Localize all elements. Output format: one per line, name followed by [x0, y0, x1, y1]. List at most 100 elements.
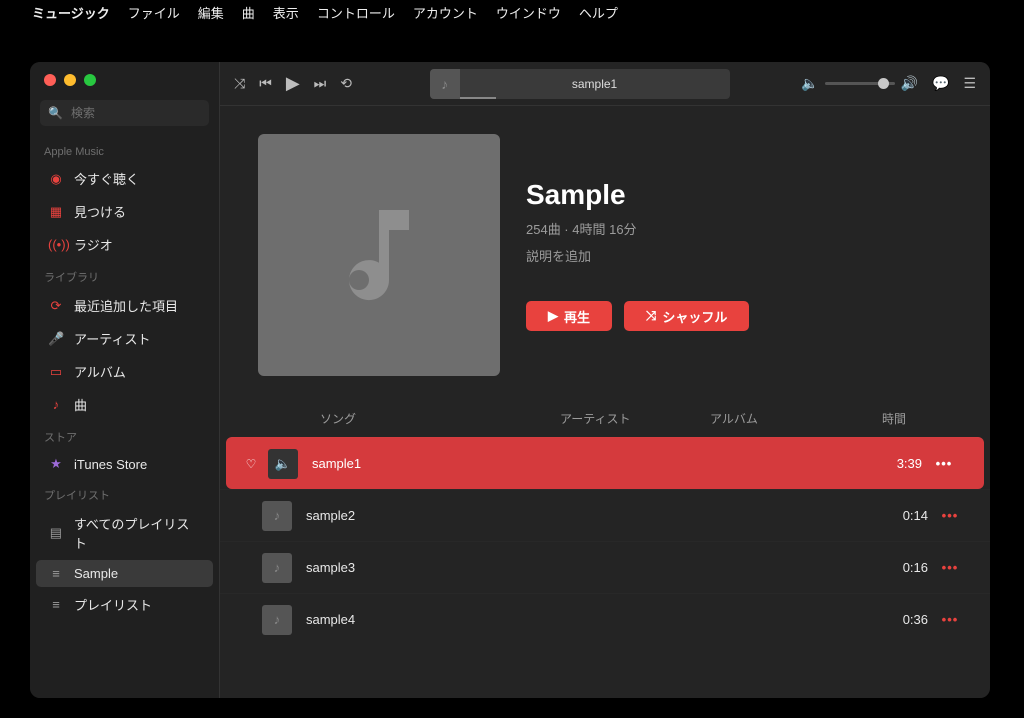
more-icon[interactable]: •••	[930, 456, 958, 471]
sidebar-item-pl-sample[interactable]: ≡ Sample	[36, 560, 213, 587]
playlist-subtitle: 254曲 · 4時間 16分	[526, 219, 749, 238]
search-icon: 🔍	[48, 106, 63, 120]
sidebar-item-label: ラジオ	[74, 235, 113, 254]
queue-icon[interactable]: ☰	[963, 75, 976, 92]
sidebar-item-albums[interactable]: ▭ アルバム	[36, 356, 213, 387]
album-icon: ▭	[48, 364, 64, 380]
volume-slider[interactable]	[825, 82, 895, 85]
sidebar-item-songs[interactable]: ♪ 曲	[36, 389, 213, 420]
sidebar-item-label: Sample	[74, 566, 118, 581]
music-window: 🔍 Apple Music ◉ 今すぐ聴く ▦ 見つける ((•)) ラジオ ラ…	[30, 62, 990, 698]
section-playlists: プレイリスト	[30, 479, 219, 507]
playlist-header: Sample 254曲 · 4時間 16分 説明を追加 ▶ 再生 ⤨ シャッフル	[220, 106, 990, 400]
sidebar-item-browse[interactable]: ▦ 見つける	[36, 196, 213, 227]
menubar-item-controls[interactable]: コントロール	[317, 3, 395, 22]
more-icon[interactable]: •••	[936, 612, 964, 627]
sidebar-item-artists[interactable]: 🎤 アーティスト	[36, 323, 213, 354]
clock-icon: ⟳	[48, 298, 64, 314]
grid-icon: ▦	[48, 204, 64, 220]
sidebar-item-radio[interactable]: ((•)) ラジオ	[36, 229, 213, 260]
sidebar-item-pl-playlist[interactable]: ≡ プレイリスト	[36, 589, 213, 620]
sidebar-item-all-playlists[interactable]: ▤ すべてのプレイリスト	[36, 508, 213, 558]
track-artwork: ♪	[262, 553, 292, 583]
playlist-description[interactable]: 説明を追加	[526, 246, 749, 265]
menubar-item-account[interactable]: アカウント	[413, 3, 478, 22]
search-input[interactable]	[69, 105, 228, 121]
col-album[interactable]: アルバム	[710, 410, 840, 427]
search-field[interactable]: 🔍	[40, 100, 209, 126]
progress-bar[interactable]	[460, 97, 496, 99]
more-icon[interactable]: •••	[936, 508, 964, 523]
track-row[interactable]: ♡ 🔈 sample1 3:39 •••	[226, 437, 984, 489]
section-apple-music: Apple Music	[30, 138, 219, 162]
track-name: sample1	[312, 456, 580, 471]
shuffle-icon[interactable]: ⤨	[234, 75, 245, 92]
track-row[interactable]: ♪ sample3 0:16 •••	[220, 541, 990, 593]
sidebar: 🔍 Apple Music ◉ 今すぐ聴く ▦ 見つける ((•)) ラジオ ラ…	[30, 62, 220, 698]
section-library: ライブラリ	[30, 261, 219, 289]
menubar-item-file[interactable]: ファイル	[128, 3, 180, 22]
track-time: 0:16	[854, 560, 936, 575]
play-circle-icon: ◉	[48, 171, 64, 187]
star-icon: ★	[48, 456, 64, 472]
volume-control[interactable]: 🔈 🔊	[801, 75, 918, 92]
section-store: ストア	[30, 421, 219, 449]
col-song[interactable]: ソング	[260, 410, 560, 427]
sidebar-item-label: 見つける	[74, 202, 126, 221]
menubar-item-song[interactable]: 曲	[242, 3, 255, 22]
now-playing-title: sample1	[460, 77, 730, 91]
track-name: sample2	[306, 508, 574, 523]
transport-bar: ⤨ ⏮ ▶ ⏭ ⟲ ♪ sample1 🔈 🔊 💬 ☰	[220, 62, 990, 106]
traffic-lights	[30, 62, 219, 96]
love-icon[interactable]: ♡	[240, 457, 262, 471]
track-row[interactable]: ♪ sample4 0:36 •••	[220, 593, 990, 645]
zoom-button[interactable]	[84, 74, 96, 86]
track-time: 0:14	[854, 508, 936, 523]
prev-icon[interactable]: ⏮	[259, 75, 272, 92]
playlist-icon: ≡	[48, 597, 64, 612]
grid-small-icon: ▤	[48, 525, 64, 541]
play-button[interactable]: ▶ 再生	[526, 301, 612, 331]
close-button[interactable]	[44, 74, 56, 86]
sidebar-item-label: すべてのプレイリスト	[74, 514, 201, 552]
shuffle-button[interactable]: ⤨ シャッフル	[624, 301, 749, 331]
sidebar-item-listen-now[interactable]: ◉ 今すぐ聴く	[36, 163, 213, 194]
track-name: sample3	[306, 560, 574, 575]
track-artwork: 🔈	[268, 449, 298, 479]
menubar-app-name[interactable]: ミュージック	[32, 3, 110, 22]
playlist-cover	[258, 134, 500, 376]
playback-controls: ⤨ ⏮ ▶ ⏭ ⟲	[228, 73, 358, 94]
sidebar-item-label: iTunes Store	[74, 457, 147, 472]
playlist-icon: ≡	[48, 566, 64, 581]
sidebar-item-itunes-store[interactable]: ★ iTunes Store	[36, 450, 213, 478]
playlist-title: Sample	[526, 179, 749, 211]
main-content: ⤨ ⏮ ▶ ⏭ ⟲ ♪ sample1 🔈 🔊 💬 ☰	[220, 62, 990, 698]
col-time[interactable]: 時間	[840, 410, 950, 427]
track-name: sample4	[306, 612, 574, 627]
track-artwork: ♪	[262, 501, 292, 531]
now-playing-artwork: ♪	[430, 69, 460, 99]
minimize-button[interactable]	[64, 74, 76, 86]
play-icon[interactable]: ▶	[286, 73, 300, 94]
radio-icon: ((•))	[48, 237, 64, 252]
sidebar-item-label: 今すぐ聴く	[74, 169, 139, 188]
sidebar-item-recently-added[interactable]: ⟳ 最近追加した項目	[36, 290, 213, 321]
sidebar-item-label: 最近追加した項目	[74, 296, 178, 315]
col-artist[interactable]: アーティスト	[560, 410, 710, 427]
sidebar-item-label: アルバム	[74, 362, 126, 381]
more-icon[interactable]: •••	[936, 560, 964, 575]
volume-high-icon: 🔊	[901, 75, 918, 92]
menubar-item-edit[interactable]: 編集	[198, 3, 224, 22]
lyrics-icon[interactable]: 💬	[932, 75, 949, 92]
track-time: 0:36	[854, 612, 936, 627]
note-icon: ♪	[48, 397, 64, 412]
menubar-item-help[interactable]: ヘルプ	[579, 3, 618, 22]
next-icon[interactable]: ⏭	[314, 75, 327, 92]
menubar-item-view[interactable]: 表示	[273, 3, 299, 22]
track-time: 3:39	[860, 456, 930, 471]
sidebar-item-label: 曲	[74, 395, 87, 414]
menubar-item-window[interactable]: ウインドウ	[496, 3, 561, 22]
now-playing-display[interactable]: ♪ sample1	[430, 69, 730, 99]
repeat-icon[interactable]: ⟲	[340, 75, 352, 92]
track-row[interactable]: ♪ sample2 0:14 •••	[220, 489, 990, 541]
